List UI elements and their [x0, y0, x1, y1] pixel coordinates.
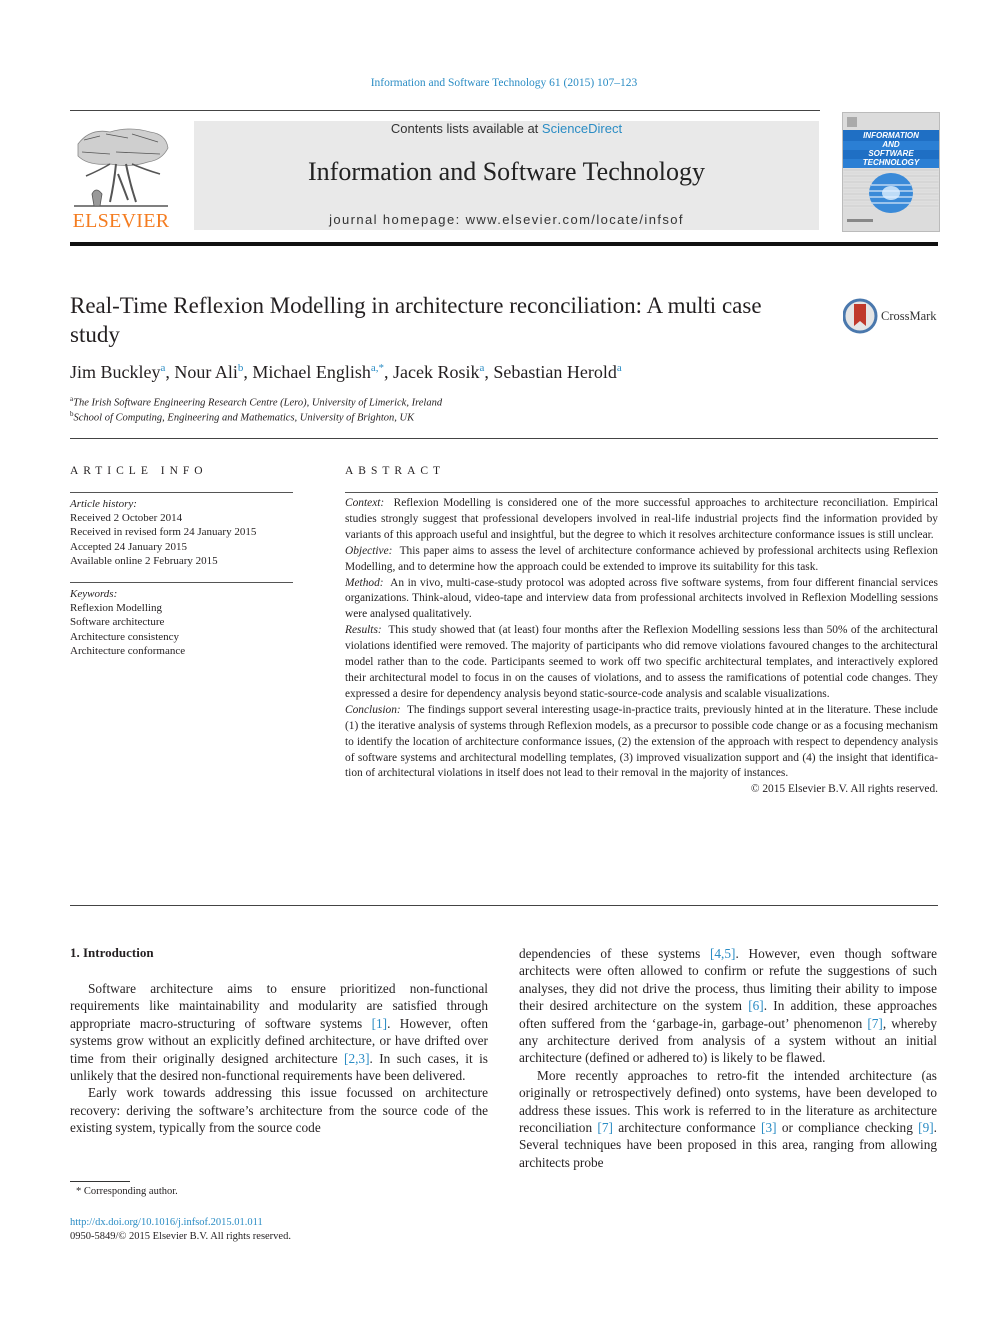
affiliation: bSchool of Computing, Engineering and Ma…	[70, 410, 415, 424]
elsevier-wordmark: ELSEVIER	[72, 210, 170, 232]
author[interactable]: Nour Alib	[174, 362, 243, 382]
citation-link[interactable]: [6]	[748, 998, 764, 1013]
svg-text:TECHNOLOGY: TECHNOLOGY	[863, 158, 920, 167]
author[interactable]: Sebastian Herolda	[493, 362, 621, 382]
sciencedirect-link[interactable]: ScienceDirect	[542, 121, 622, 136]
journal-citation-link[interactable]: Information and Software Technology 61 (…	[0, 77, 992, 89]
footnote-rule	[70, 1181, 130, 1182]
keyword: Reflexion Modelling	[70, 602, 162, 615]
history-item: Accepted 24 January 2015	[70, 540, 187, 553]
abstract-context: Context: Reflexion Modelling is consider…	[345, 497, 938, 541]
journal-cover-thumbnail[interactable]: INFORMATION AND SOFTWARE TECHNOLOGY	[842, 112, 940, 232]
keywords: Keywords: Reflexion Modelling Software a…	[70, 587, 295, 658]
abstract-heading: ABSTRACT	[345, 465, 446, 477]
journal-cover-icon: INFORMATION AND SOFTWARE TECHNOLOGY	[843, 113, 939, 231]
crossmark-label: CrossMark	[881, 309, 937, 323]
keyword: Software architecture	[70, 616, 165, 629]
abstract-conclusion: Conclusion: The findings support several…	[345, 703, 938, 780]
abstract-rule	[345, 492, 938, 493]
keyword: Architecture consistency	[70, 630, 180, 643]
body-column-right: dependencies of these systems [4,5]. How…	[519, 945, 937, 1171]
header-thick-rule	[70, 242, 938, 246]
history-item: Received in revised form 24 January 2015	[70, 526, 257, 539]
svg-text:INFORMATION: INFORMATION	[863, 131, 919, 140]
header-rule	[70, 110, 820, 111]
journal-name: Information and Software Technology	[308, 157, 705, 186]
abstract-copyright: © 2015 Elsevier B.V. All rights reserved…	[750, 783, 938, 796]
paragraph: dependencies of these systems [4,5]. How…	[519, 946, 937, 1066]
abstract-body: Context: Reflexion Modelling is consider…	[345, 496, 938, 798]
abstract-method: Method: An in vivo, multi-case-study pro…	[345, 576, 938, 621]
citation-link[interactable]: [9]	[918, 1120, 934, 1135]
svg-text:AND: AND	[881, 140, 900, 149]
author[interactable]: Jacek Rosika	[393, 362, 484, 382]
contents-prefix: Contents lists available at	[390, 121, 542, 136]
citation-link[interactable]: [2,3]	[344, 1051, 369, 1066]
article-info-heading: ARTICLE INFO	[70, 465, 208, 477]
article-history: Article history: Received 2 October 2014…	[70, 497, 295, 568]
affiliation: aThe Irish Software Engineering Research…	[70, 395, 443, 409]
elsevier-tree-icon	[70, 124, 172, 210]
abstract-objective: Objective: This paper aims to assess the…	[345, 544, 938, 573]
keywords-rule	[70, 582, 293, 583]
body-rule	[70, 905, 938, 906]
citation-link[interactable]: [4,5]	[710, 946, 735, 961]
journal-homepage-link[interactable]: journal homepage: www.elsevier.com/locat…	[194, 212, 819, 227]
abstract-results: Results: This study showed that (at leas…	[345, 624, 938, 700]
svg-text:SOFTWARE: SOFTWARE	[868, 149, 914, 158]
keywords-label: Keywords:	[70, 588, 118, 600]
citation-link[interactable]: [1]	[372, 1016, 388, 1031]
author[interactable]: Michael Englisha,*	[252, 362, 384, 382]
journal-banner: Contents lists available at ScienceDirec…	[194, 121, 819, 230]
paragraph: More recently approaches to retro-fit th…	[519, 1067, 937, 1170]
citation-link[interactable]: [7]	[597, 1120, 613, 1135]
citation-link[interactable]: [7]	[867, 1016, 883, 1031]
article-title: Real-Time Reflexion Modelling in archite…	[70, 293, 762, 347]
section-rule	[70, 438, 938, 439]
crossmark-badge[interactable]: CrossMark	[843, 298, 943, 334]
history-item: Received 2 October 2014	[70, 512, 183, 525]
article-info-rule	[70, 492, 293, 493]
author[interactable]: Jim Buckleya	[70, 362, 165, 382]
keyword: Architecture conformance	[70, 644, 186, 657]
doi-link[interactable]: http://dx.doi.org/10.1016/j.infsof.2015.…	[70, 1217, 263, 1228]
citation-link[interactable]: [3]	[761, 1120, 777, 1135]
elsevier-logo[interactable]: ELSEVIER	[70, 120, 172, 232]
paragraph: Early work towards addressing this issue…	[70, 1085, 488, 1136]
issn-copyright: 0950-5849/© 2015 Elsevier B.V. All right…	[70, 1231, 291, 1242]
crossmark-icon	[843, 298, 878, 334]
history-label: Article history:	[70, 498, 137, 510]
body-column-left: Software architecture aims to ensure pri…	[70, 980, 488, 1137]
contents-availability: Contents lists available at ScienceDirec…	[194, 121, 819, 136]
author-list: Jim Buckleya, Nour Alib, Michael English…	[70, 362, 622, 382]
history-item: Available online 2 February 2015	[70, 554, 218, 567]
corresponding-author-footnote: * Corresponding author.	[76, 1186, 178, 1197]
section-heading-introduction: 1. Introduction	[70, 945, 154, 960]
paragraph: Software architecture aims to ensure pri…	[70, 981, 488, 1084]
